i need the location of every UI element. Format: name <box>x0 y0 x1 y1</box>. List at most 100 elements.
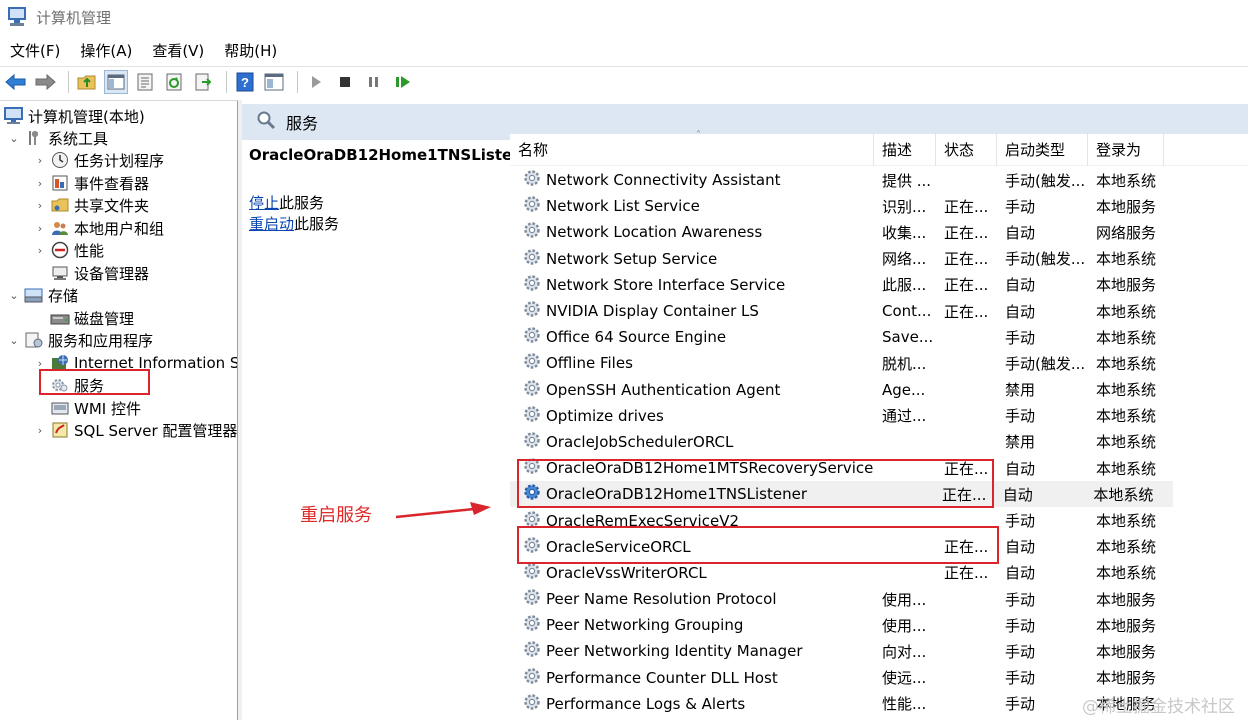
chevron-down-icon[interactable]: ⌄ <box>8 132 20 145</box>
chevron-right-icon[interactable]: › <box>34 222 46 235</box>
annotation-arrow-icon <box>395 502 491 519</box>
chevron-down-icon[interactable]: ⌄ <box>8 334 20 347</box>
tree-node-task-scheduler[interactable]: › 任务计划程序 <box>34 149 164 171</box>
chevron-right-icon[interactable]: › <box>34 177 46 190</box>
table-row[interactable]: Peer Name Resolution Protocol 使用... 手动 本地服务 <box>510 586 1248 612</box>
tree-node-root[interactable]: 计算机管理(本地) <box>4 105 145 127</box>
service-startup-type: 自动 <box>1005 538 1036 557</box>
column-header-name[interactable]: 名称 <box>510 133 874 166</box>
tree-node-services-apps[interactable]: ⌄ 服务和应用程序 <box>8 329 153 351</box>
table-row[interactable]: NVIDIA Display Container LS Cont... 正在... 自… <box>510 298 1248 324</box>
service-name-cell: Network Location Awareness <box>510 220 874 244</box>
table-row[interactable]: Peer Networking Identity Manager 向对... 手动 本… <box>510 638 1248 664</box>
service-name: Office 64 Source Engine <box>546 328 727 347</box>
table-row[interactable]: Network Location Awareness 收集... 正在... 自动 网络… <box>510 219 1248 245</box>
table-row[interactable]: Network Store Interface Service 此服... 正在..… <box>510 272 1248 298</box>
resume-icon[interactable] <box>391 70 415 94</box>
tree-node-shared-folders[interactable]: › 共享文件夹 <box>34 194 149 216</box>
start-icon[interactable] <box>304 70 328 94</box>
table-row[interactable]: OracleJobSchedulerORCL 禁用 本地系统 <box>510 429 1248 455</box>
tree-node-storage[interactable]: ⌄ 存储 <box>8 284 78 306</box>
service-description: Cont... <box>882 302 932 321</box>
chevron-down-icon[interactable]: ⌄ <box>8 289 20 302</box>
highlight-box-oracle-listener <box>517 459 994 508</box>
chevron-right-icon[interactable]: › <box>34 357 46 370</box>
help-icon[interactable]: ? <box>233 70 257 94</box>
service-description: 此服... <box>882 276 927 295</box>
service-startup-type: 自动 <box>1005 459 1036 478</box>
restart-service-line: 重启动此服务 <box>249 213 339 234</box>
service-name-cell: Performance Counter DLL Host <box>510 666 874 690</box>
table-row[interactable]: Optimize drives 通过... 手动 本地系统 <box>510 403 1248 429</box>
service-description: Save... <box>882 328 934 347</box>
service-gear-icon <box>522 666 546 690</box>
menu-action[interactable]: 操作(A) <box>70 40 142 61</box>
table-row[interactable]: Network Connectivity Assistant 提供 ... 手动(触… <box>510 167 1248 193</box>
menu-help[interactable]: 帮助(H) <box>214 40 287 61</box>
view-icon[interactable] <box>262 70 286 94</box>
chevron-right-icon[interactable]: › <box>34 244 46 257</box>
show-hide-tree-icon[interactable] <box>104 69 128 94</box>
service-logon: 本地服务 <box>1096 616 1157 635</box>
up-folder-icon[interactable] <box>75 70 99 94</box>
computer-management-window: 计算机管理 文件(F) 操作(A) 查看(V) 帮助(H) ? 计算机管理(本地… <box>0 0 1248 720</box>
service-startup-type: 手动 <box>1005 590 1036 609</box>
service-description: 脱机... <box>882 354 927 373</box>
export-icon[interactable] <box>191 70 215 94</box>
tree-node-performance[interactable]: › 性能 <box>34 239 104 261</box>
service-name-cell: Office 64 Source Engine <box>510 325 874 349</box>
tree-node-disk-management[interactable]: 磁盘管理 <box>50 307 134 329</box>
tree-node-local-users[interactable]: › 本地用户和组 <box>34 217 164 239</box>
computer-management-icon <box>4 107 24 125</box>
clock-icon <box>50 151 70 169</box>
properties-icon[interactable] <box>133 70 157 94</box>
tree-node-event-viewer[interactable]: › 事件查看器 <box>34 172 149 194</box>
menu-file[interactable]: 文件(F) <box>0 40 70 61</box>
chevron-right-icon[interactable]: › <box>34 424 46 437</box>
table-row[interactable]: Performance Counter DLL Host 使远... 手动 本地服务 <box>510 665 1248 691</box>
column-header-status[interactable]: 状态 <box>936 133 997 166</box>
menu-view[interactable]: 查看(V) <box>142 40 214 61</box>
back-icon[interactable] <box>4 70 28 94</box>
tree-label-wmi: WMI 控件 <box>74 399 141 418</box>
column-header-description[interactable]: 描述 <box>874 133 936 166</box>
table-row[interactable]: Office 64 Source Engine Save... 手动 本地系统 <box>510 324 1248 350</box>
column-header-logon[interactable]: 登录为 <box>1088 133 1164 166</box>
stop-icon[interactable] <box>333 70 357 94</box>
toolbar-separator <box>226 70 227 93</box>
service-name: Network Connectivity Assistant <box>546 171 781 190</box>
service-description: 识别... <box>882 197 927 216</box>
tree-node-system-tools[interactable]: ⌄ 系统工具 <box>8 127 108 149</box>
table-row[interactable]: Offline Files 脱机... 手动(触发... 本地系统 <box>510 350 1248 376</box>
refresh-icon[interactable] <box>162 70 186 94</box>
table-row[interactable]: Network Setup Service 网络... 正在... 手动(触发... 本… <box>510 246 1248 272</box>
service-gear-icon <box>522 587 546 611</box>
service-logon: 本地系统 <box>1096 407 1157 426</box>
service-startup-type: 自动 <box>1005 276 1036 295</box>
service-logon: 本地服务 <box>1096 669 1157 688</box>
service-name: NVIDIA Display Container LS <box>546 302 759 321</box>
service-logon: 本地系统 <box>1096 328 1157 347</box>
service-logon: 本地系统 <box>1096 459 1157 478</box>
stop-service-link[interactable]: 停止 <box>249 194 279 212</box>
tree-node-wmi[interactable]: WMI 控件 <box>50 397 141 419</box>
service-gear-icon <box>522 273 546 297</box>
table-row[interactable]: Peer Networking Grouping 使用... 手动 本地服务 <box>510 612 1248 638</box>
tree-node-sql-server[interactable]: › SQL Server 配置管理器 <box>34 419 237 441</box>
service-status: 正在... <box>944 276 989 295</box>
table-row[interactable]: OpenSSH Authentication Agent Age... 禁用 本地系统 <box>510 377 1248 403</box>
service-gear-icon <box>522 325 546 349</box>
tree-node-device-manager[interactable]: 设备管理器 <box>50 262 149 284</box>
service-status: 正在... <box>944 250 989 269</box>
pause-icon[interactable] <box>362 70 386 94</box>
service-gear-icon <box>522 351 546 375</box>
table-row[interactable]: Network List Service 识别... 正在... 手动 本地服务 <box>510 193 1248 219</box>
restart-service-link[interactable]: 重启动 <box>249 215 294 233</box>
services-header-title: 服务 <box>286 114 319 133</box>
menu-bar: 文件(F) 操作(A) 查看(V) 帮助(H) <box>0 38 287 62</box>
forward-icon[interactable] <box>33 70 57 94</box>
column-header-startup-type[interactable]: 启动类型 <box>997 133 1088 166</box>
service-name: OracleJobSchedulerORCL <box>546 432 734 451</box>
chevron-right-icon[interactable]: › <box>34 154 46 167</box>
chevron-right-icon[interactable]: › <box>34 199 46 212</box>
